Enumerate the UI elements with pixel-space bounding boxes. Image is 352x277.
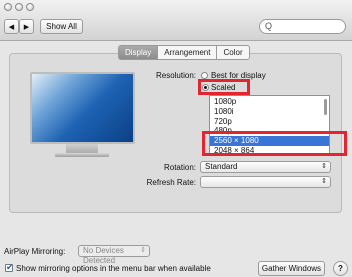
forward-button[interactable]: ▶ <box>19 19 34 34</box>
back-arrow-icon: ◀ <box>8 24 15 31</box>
list-scrollbar[interactable] <box>324 99 327 115</box>
rotation-label: Rotation: <box>163 163 196 172</box>
mirroring-checkbox[interactable]: ✔ <box>5 262 14 272</box>
list-item[interactable]: 1080i <box>210 107 329 117</box>
close-window-button[interactable] <box>4 3 12 11</box>
minimize-window-button[interactable] <box>15 3 23 11</box>
monitor-base <box>55 153 109 157</box>
airplay-popup[interactable]: No Devices Detected ⇕ <box>78 245 150 265</box>
help-button[interactable]: ? <box>333 261 348 276</box>
rotation-popup[interactable]: Standard ⇕ <box>200 161 331 173</box>
checkmark-icon: ✔ <box>6 262 14 272</box>
window-titlebar: ◀ ▶ Show All Q <box>0 0 352 41</box>
scaled-highlight-box <box>198 79 250 95</box>
tab-display[interactable]: Display <box>119 46 159 59</box>
search-icon: Q <box>265 21 273 31</box>
chevron-updown-icon: ⇕ <box>321 163 327 170</box>
list-item[interactable]: 1080p <box>210 97 329 107</box>
mirroring-option-label: Show mirroring options in the menu bar w… <box>16 264 211 273</box>
refresh-rate-label: Refresh Rate: <box>146 178 196 187</box>
search-field[interactable]: Q <box>259 19 346 34</box>
refresh-rate-popup[interactable]: ⇕ <box>200 176 331 188</box>
forward-arrow-icon: ▶ <box>23 24 30 31</box>
monitor-image <box>30 72 135 144</box>
airplay-mirroring-label: AirPlay Mirroring: <box>4 247 66 256</box>
show-all-button[interactable]: Show All <box>40 19 83 34</box>
chevron-updown-icon: ⇕ <box>140 247 146 254</box>
gather-windows-button[interactable]: Gather Windows <box>258 261 325 276</box>
zoom-window-button[interactable] <box>26 3 34 11</box>
resolution-label: Resolution: <box>155 71 196 80</box>
chevron-updown-icon: ⇕ <box>321 178 327 185</box>
rotation-value: Standard <box>205 162 238 171</box>
search-input[interactable] <box>274 21 346 34</box>
radio-best-for-display[interactable] <box>201 72 208 79</box>
tab-color[interactable]: Color <box>217 46 248 59</box>
back-button[interactable]: ◀ <box>4 19 19 34</box>
tab-arrangement[interactable]: Arrangement <box>158 46 218 59</box>
tab-bar: Display Arrangement Color <box>118 45 250 60</box>
resolution-highlight-box <box>202 131 347 156</box>
